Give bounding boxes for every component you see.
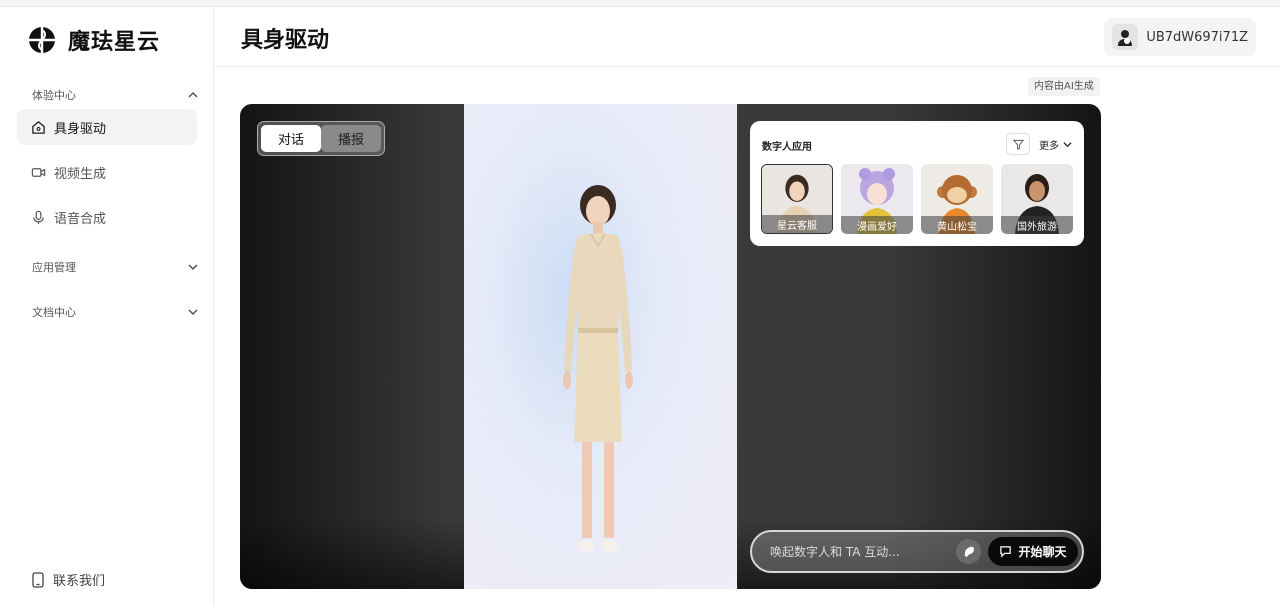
apps-card-title: 数字人应用 xyxy=(762,142,812,153)
brand-name: 魔珐星云 xyxy=(68,30,161,55)
app-tile-huangshan-songbao[interactable]: 黄山松宝 xyxy=(921,164,993,234)
avatar-stage: 对话 播报 数字人应用 更多 星云客服 漫画爱好 黄山松宝 国外旅游 唤起数字人… xyxy=(240,104,1101,589)
digital-human-figure xyxy=(563,185,633,552)
contact-us-link[interactable]: 联系我们 xyxy=(31,570,105,589)
video-icon xyxy=(31,167,46,177)
sidebar: 魔珐星云 体验中心 具身驱动 视频生成 语音合成 应用管理 文档中心 联系我们 xyxy=(0,7,214,606)
sidebar-item-embodied-drive[interactable]: 具身驱动 xyxy=(17,109,197,145)
page-header: 具身驱动 UB7dW697i71Z xyxy=(214,7,1280,67)
app-tile-overseas-travel[interactable]: 国外旅游 xyxy=(1001,164,1073,234)
app-tile-label: 黄山松宝 xyxy=(921,216,993,234)
filter-button[interactable] xyxy=(1006,133,1030,155)
microphone-icon xyxy=(33,210,44,224)
more-label: 更多 xyxy=(1039,141,1059,152)
mode-dialogue-button[interactable]: 对话 xyxy=(261,125,321,152)
ai-generated-badge: 内容由AI生成 xyxy=(1028,77,1100,96)
brand-logo[interactable]: 魔珐星云 xyxy=(28,24,160,56)
start-chat-label: 开始聊天 xyxy=(1018,545,1067,559)
app-tile-label: 漫画爱好 xyxy=(841,216,913,234)
chat-bar: 开始聊天 xyxy=(750,530,1084,573)
filter-icon xyxy=(1012,139,1024,150)
avatar xyxy=(1112,24,1139,50)
app-tile-customer-service[interactable]: 星云客服 xyxy=(761,164,833,234)
section-label: 体验中心 xyxy=(32,89,76,102)
user-name: UB7dW697i71Z xyxy=(1146,29,1248,45)
chevron-up-icon xyxy=(188,92,198,98)
home-icon xyxy=(32,120,45,134)
section-label: 文档中心 xyxy=(32,306,76,319)
voice-button[interactable] xyxy=(956,539,981,564)
chevron-down-icon xyxy=(188,309,198,315)
app-tile-anime-fan[interactable]: 漫画爱好 xyxy=(841,164,913,234)
phone-icon xyxy=(32,571,44,588)
sidebar-item-speech-synthesis[interactable]: 语音合成 xyxy=(17,199,197,235)
chat-bubble-icon xyxy=(1000,546,1012,558)
sidebar-item-video-generation[interactable]: 视频生成 xyxy=(17,154,197,190)
app-tile-label: 星云客服 xyxy=(762,215,832,233)
mode-switch: 对话 播报 xyxy=(257,121,385,156)
contact-label: 联系我们 xyxy=(53,574,106,589)
user-menu[interactable]: UB7dW697i71Z xyxy=(1104,18,1256,56)
section-app-management[interactable]: 应用管理 xyxy=(32,259,198,275)
app-tile-label: 国外旅游 xyxy=(1001,216,1073,234)
mode-broadcast-button[interactable]: 播报 xyxy=(321,125,381,152)
app-root: 魔珐星云 体验中心 具身驱动 视频生成 语音合成 应用管理 文档中心 联系我们 … xyxy=(0,0,1280,606)
avatar-icon xyxy=(1118,30,1133,46)
section-label: 应用管理 xyxy=(32,261,76,274)
start-chat-button[interactable]: 开始聊天 xyxy=(988,537,1078,566)
voice-icon xyxy=(964,546,974,557)
more-dropdown[interactable]: 更多 xyxy=(1039,137,1072,152)
app-tiles: 星云客服 漫画爱好 黄山松宝 国外旅游 xyxy=(761,164,1081,234)
section-experience[interactable]: 体验中心 xyxy=(32,87,198,103)
digital-human-viewport xyxy=(464,104,737,589)
chevron-down-icon xyxy=(1063,142,1072,148)
section-docs[interactable]: 文档中心 xyxy=(32,304,198,320)
top-strip xyxy=(0,0,1280,7)
sidebar-item-label: 视频生成 xyxy=(54,166,107,182)
sidebar-item-label: 具身驱动 xyxy=(54,121,107,137)
chat-input[interactable] xyxy=(770,542,950,562)
sidebar-item-label: 语音合成 xyxy=(54,211,107,227)
page-title: 具身驱动 xyxy=(241,28,330,53)
digital-human-apps-card: 数字人应用 更多 星云客服 漫画爱好 黄山松宝 国外旅游 xyxy=(750,121,1084,246)
brand-icon xyxy=(29,27,55,53)
chevron-down-icon xyxy=(188,264,198,270)
